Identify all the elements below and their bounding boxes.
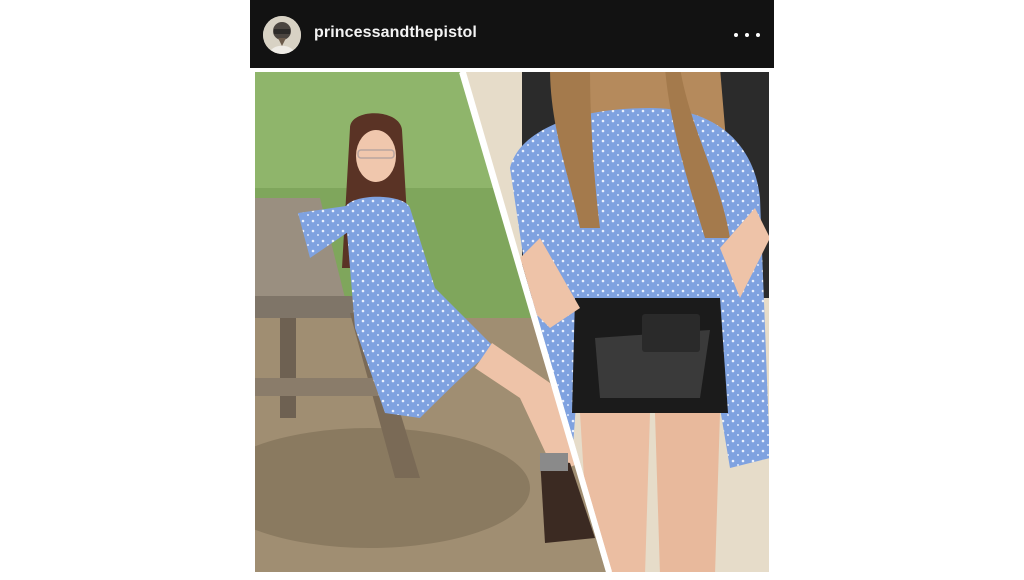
post-header: princessandthepistol (250, 0, 774, 68)
more-options-icon[interactable] (734, 26, 760, 44)
instagram-post: princessandthepistol (250, 0, 774, 575)
post-photo[interactable] (250, 68, 774, 575)
post-username[interactable]: princessandthepistol (314, 24, 477, 42)
profile-avatar[interactable] (263, 16, 301, 54)
collage-image (255, 71, 769, 573)
avatar-image (263, 16, 301, 54)
